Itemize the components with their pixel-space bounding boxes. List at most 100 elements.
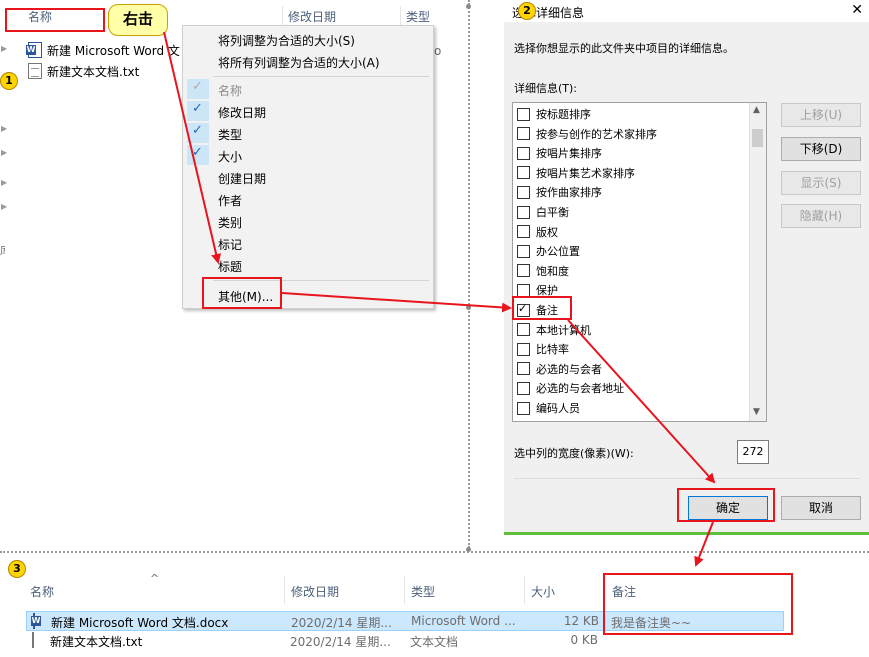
detail-checkbox[interactable] — [517, 127, 530, 141]
detail-item[interactable]: 按作曲家排序 — [517, 183, 602, 201]
menu-item-title[interactable]: 标题 — [218, 258, 242, 275]
detail-checkbox[interactable] — [517, 225, 530, 239]
detail-checkbox[interactable] — [517, 244, 530, 258]
detail-item[interactable]: 版权 — [517, 223, 558, 241]
sort-ascending-icon: ^ — [150, 572, 160, 585]
detail-checkbox[interactable] — [517, 401, 530, 415]
details-list[interactable]: ▲ ▼ 按标题排序按参与创作的艺术家排序 按唱片集排序按唱片集艺术家排序按作曲家排… — [512, 102, 767, 422]
panel-separator — [0, 551, 869, 553]
file-row[interactable]: 新建 Microsoft Word 文 — [26, 40, 180, 60]
detail-item[interactable]: 必选的与会者地址 — [517, 379, 624, 397]
check-icon — [187, 145, 209, 165]
file-name: 新建 Microsoft Word 文档.docx — [51, 616, 229, 630]
check-icon — [187, 101, 209, 121]
detail-item-label: 必选的与会者地址 — [536, 382, 624, 396]
file-row[interactable]: 新建文本文档.txt — [28, 61, 139, 81]
hide-button[interactable]: 隐藏(H) — [781, 204, 861, 228]
move-up-button[interactable]: 上移(U) — [781, 103, 861, 127]
partial-type-text: o — [434, 44, 442, 58]
detail-item-label: 按作曲家排序 — [536, 186, 602, 200]
detail-item[interactable]: 饱和度 — [517, 262, 569, 280]
detail-item[interactable]: 按唱片集艺术家排序 — [517, 164, 635, 182]
word-doc-icon — [26, 42, 42, 58]
column-header-type[interactable]: 类型 — [411, 583, 435, 600]
menu-separator — [213, 76, 429, 77]
file-type: 文本文档 — [410, 635, 459, 649]
menu-item-created[interactable]: 创建日期 — [218, 170, 266, 187]
column-header-modified[interactable]: 修改日期 — [288, 8, 336, 25]
name-header-highlight — [5, 8, 105, 32]
check-icon — [187, 123, 209, 143]
column-header-name[interactable]: 名称 — [30, 583, 54, 600]
detail-checkbox[interactable] — [517, 205, 530, 219]
file-name: 新建 Microsoft Word 文 — [47, 43, 180, 58]
nav-arrow-icon: ▶ — [1, 178, 8, 187]
detail-item[interactable]: 本地计算机 — [517, 321, 591, 339]
separator-marker — [466, 4, 471, 9]
scroll-up-icon[interactable]: ▲ — [753, 105, 760, 115]
separator-marker — [466, 305, 471, 310]
column-width-input[interactable]: 272 — [737, 440, 769, 464]
detail-checkbox[interactable] — [517, 323, 530, 337]
details-scrollbar[interactable]: ▲ ▼ — [749, 103, 766, 421]
text-file-icon — [28, 63, 42, 79]
dialog-titlebar: 选择详细信息 ✕ — [504, 0, 869, 22]
close-icon[interactable]: ✕ — [851, 2, 863, 18]
menu-item-size-all-columns[interactable]: 将所有列调整为合适的大小(A) — [218, 54, 380, 71]
detail-item[interactable]: 白平衡 — [517, 203, 569, 221]
detail-checkbox[interactable] — [517, 283, 530, 297]
scroll-thumb[interactable] — [752, 129, 763, 147]
scroll-down-icon[interactable]: ▼ — [753, 407, 760, 417]
menu-item-size-column[interactable]: 将列调整为合适的大小(S) — [218, 32, 355, 49]
column-header-modified[interactable]: 修改日期 — [291, 583, 339, 600]
detail-checkbox[interactable] — [517, 185, 530, 199]
detail-checkbox[interactable] — [517, 264, 530, 278]
detail-item-label: 编码人员 — [536, 402, 580, 415]
detail-item-label: 饱和度 — [536, 264, 569, 278]
detail-checkbox[interactable] — [517, 362, 530, 376]
step-1-badge: 1 — [0, 72, 18, 90]
detail-item[interactable]: 办公位置 — [517, 242, 580, 260]
move-down-button[interactable]: 下移(D) — [781, 137, 861, 161]
separator-marker — [466, 547, 471, 552]
right-click-callout: 右击 — [108, 4, 168, 36]
detail-item[interactable]: 按参与创作的艺术家排序 — [517, 125, 657, 143]
show-button[interactable]: 显示(S) — [781, 171, 861, 195]
menu-item-category[interactable]: 类别 — [218, 214, 242, 231]
header-divider — [404, 576, 405, 604]
menu-item-modified[interactable]: 修改日期 — [218, 104, 266, 121]
detail-checkbox[interactable] — [517, 381, 530, 395]
nav-arrow-icon: ▶ — [1, 44, 8, 53]
checked-note-highlight — [512, 296, 572, 320]
detail-item[interactable]: 按唱片集排序 — [517, 144, 602, 162]
detail-item-label: 白平衡 — [536, 206, 569, 219]
note-column-highlight — [603, 573, 793, 635]
file-size: 12 KB — [563, 614, 599, 628]
menu-item-size[interactable]: 大小 — [218, 148, 242, 165]
cancel-button[interactable]: 取消 — [781, 496, 861, 520]
check-icon — [187, 79, 209, 99]
column-header-size[interactable]: 大小 — [531, 583, 555, 600]
word-doc-icon — [33, 613, 35, 629]
menu-item-type[interactable]: 类型 — [218, 126, 242, 143]
header-divider — [284, 576, 285, 604]
detail-item[interactable]: 必选的与会者 — [517, 360, 602, 378]
dialog-instruction: 选择你想显示的此文件夹中项目的详细信息。 — [514, 42, 734, 55]
ok-button-highlight — [677, 488, 775, 522]
column-header-type[interactable]: 类型 — [406, 8, 430, 25]
menu-item-tags[interactable]: 标记 — [218, 236, 242, 253]
detail-item[interactable]: 比特率 — [517, 340, 569, 358]
detail-item-label: 本地计算机 — [536, 323, 591, 337]
detail-checkbox[interactable] — [517, 107, 530, 121]
detail-checkbox[interactable] — [517, 166, 530, 180]
detail-checkbox[interactable] — [517, 342, 530, 356]
detail-item[interactable]: 编码人员 — [517, 399, 580, 417]
detail-item-label: 版权 — [536, 225, 558, 239]
detail-item-label: 按参与创作的艺术家排序 — [536, 127, 657, 141]
dialog-divider — [514, 478, 860, 479]
file-modified: 2020/2/14 星期... — [291, 616, 392, 630]
detail-checkbox[interactable] — [517, 146, 530, 160]
detail-item-label: 按唱片集排序 — [536, 147, 602, 161]
menu-item-author[interactable]: 作者 — [218, 192, 242, 209]
detail-item[interactable]: 按标题排序 — [517, 105, 591, 123]
